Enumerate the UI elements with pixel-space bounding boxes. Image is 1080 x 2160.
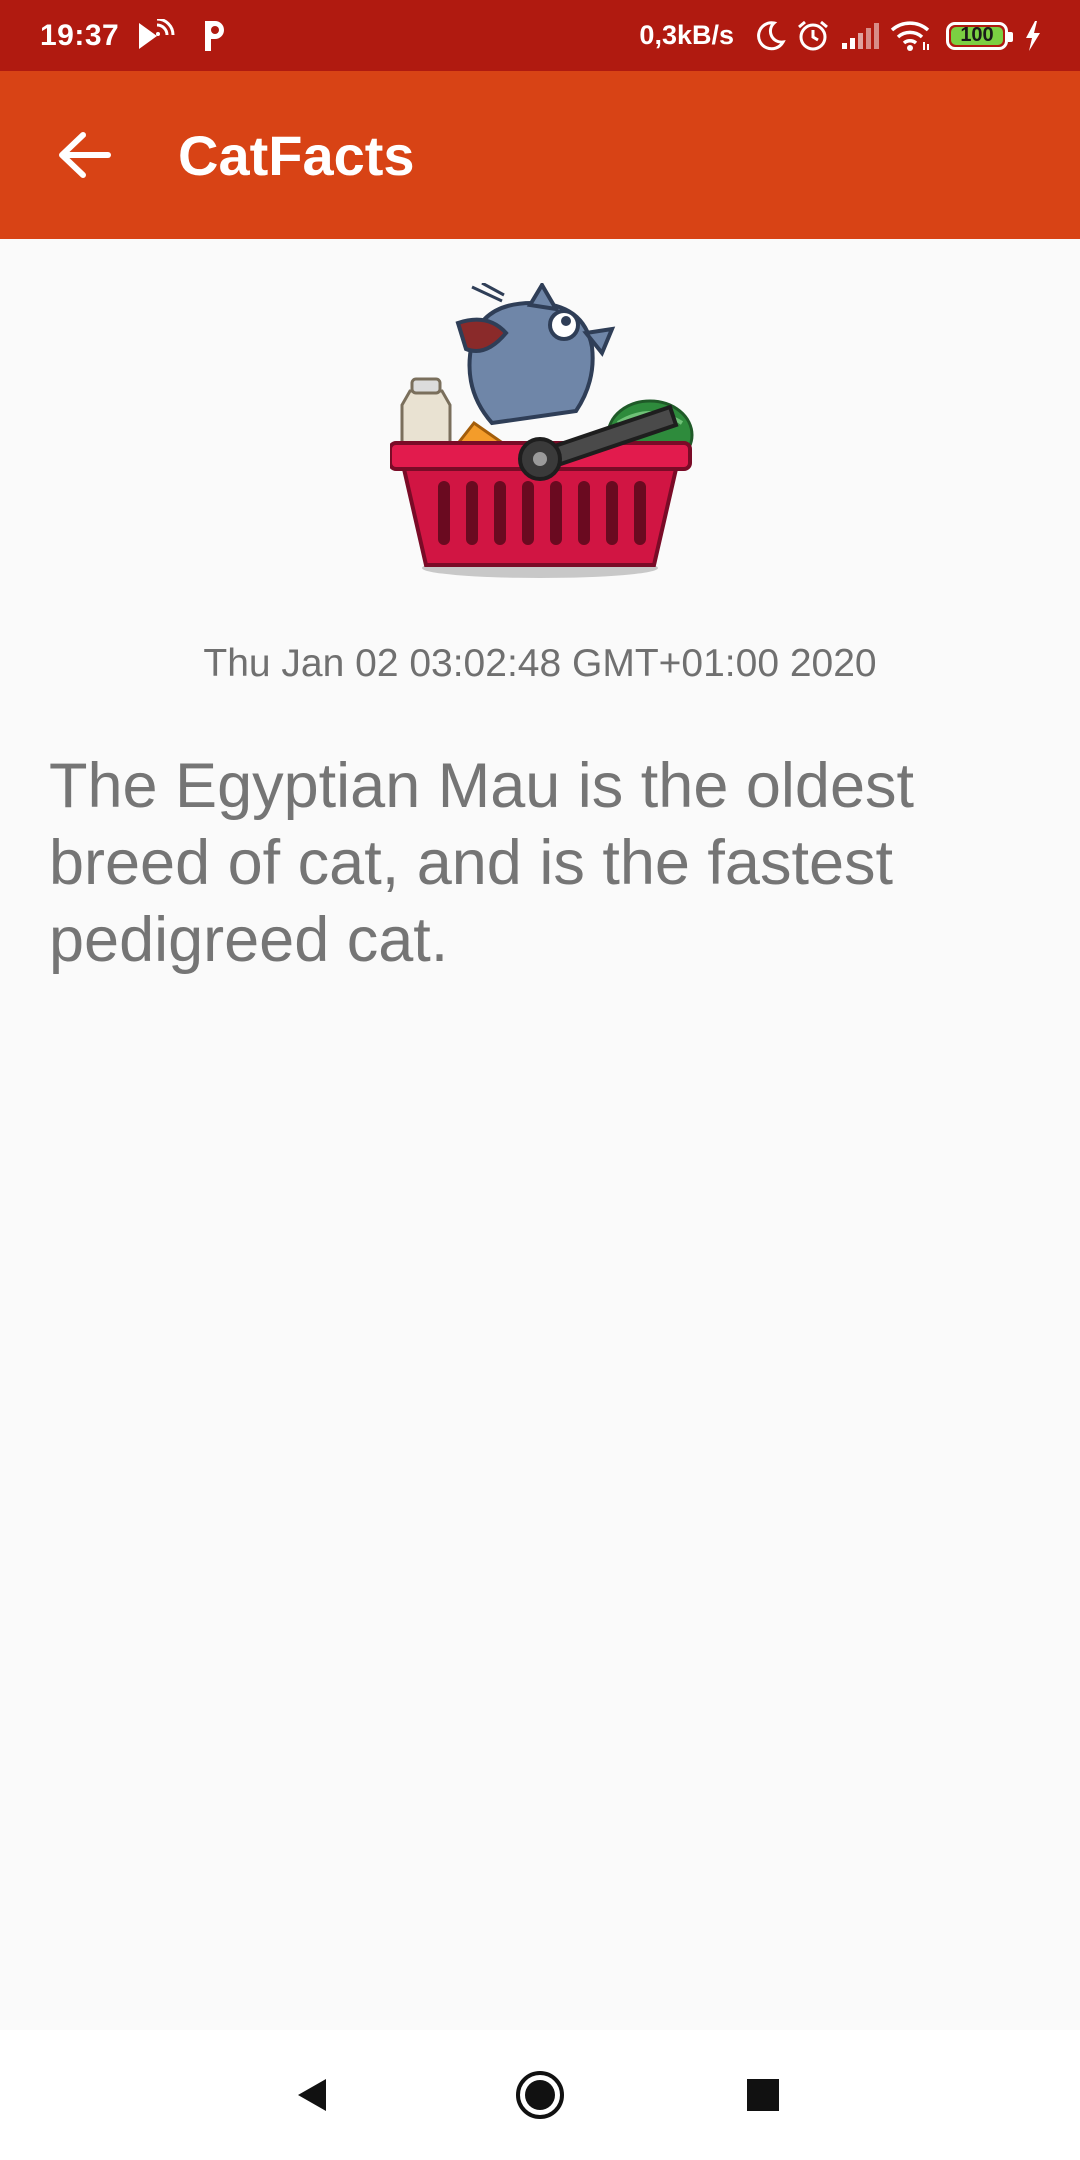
back-button[interactable] [39,110,129,200]
navigation-bar [0,2030,1080,2160]
nav-back-button[interactable] [267,2050,357,2140]
alarm-icon [796,19,830,53]
status-bar-right: 0,3kB/s 100 [639,19,1042,53]
status-bar-left: 19:37 [40,18,229,53]
charging-icon [1024,20,1042,51]
fact-content: Thu Jan 02 03:02:48 GMT+01:00 2020 The E… [0,239,1080,2029]
status-time: 19:37 [40,18,120,52]
p-app-icon [199,19,229,53]
cast-icon [137,18,179,53]
status-bar: 19:37 0,3kB/s 100 [0,0,1080,71]
moon-icon [754,20,786,52]
nav-back-icon [298,2079,326,2111]
nav-recents-icon [747,2079,779,2111]
nav-home-icon [516,2071,564,2119]
cat-basket-image [390,283,694,578]
battery-level: 100 [960,24,994,46]
fact-text: The Egyptian Mau is the oldest breed of … [49,751,914,975]
signal-icon [840,21,880,51]
net-speed: 0,3kB/s [639,20,734,50]
screen: 19:37 0,3kB/s 100 CatFacts Thu Jan 02 03… [0,0,1080,2160]
nav-recents-button[interactable] [718,2050,808,2140]
wifi-icon [890,20,932,52]
app-title: CatFacts [178,123,415,187]
app-bar: CatFacts [0,71,1080,239]
nav-home-button[interactable] [495,2050,585,2140]
arrow-back-icon [59,132,111,178]
battery-icon: 100 [946,21,1013,50]
fact-date: Thu Jan 02 03:02:48 GMT+01:00 2020 [203,642,877,685]
